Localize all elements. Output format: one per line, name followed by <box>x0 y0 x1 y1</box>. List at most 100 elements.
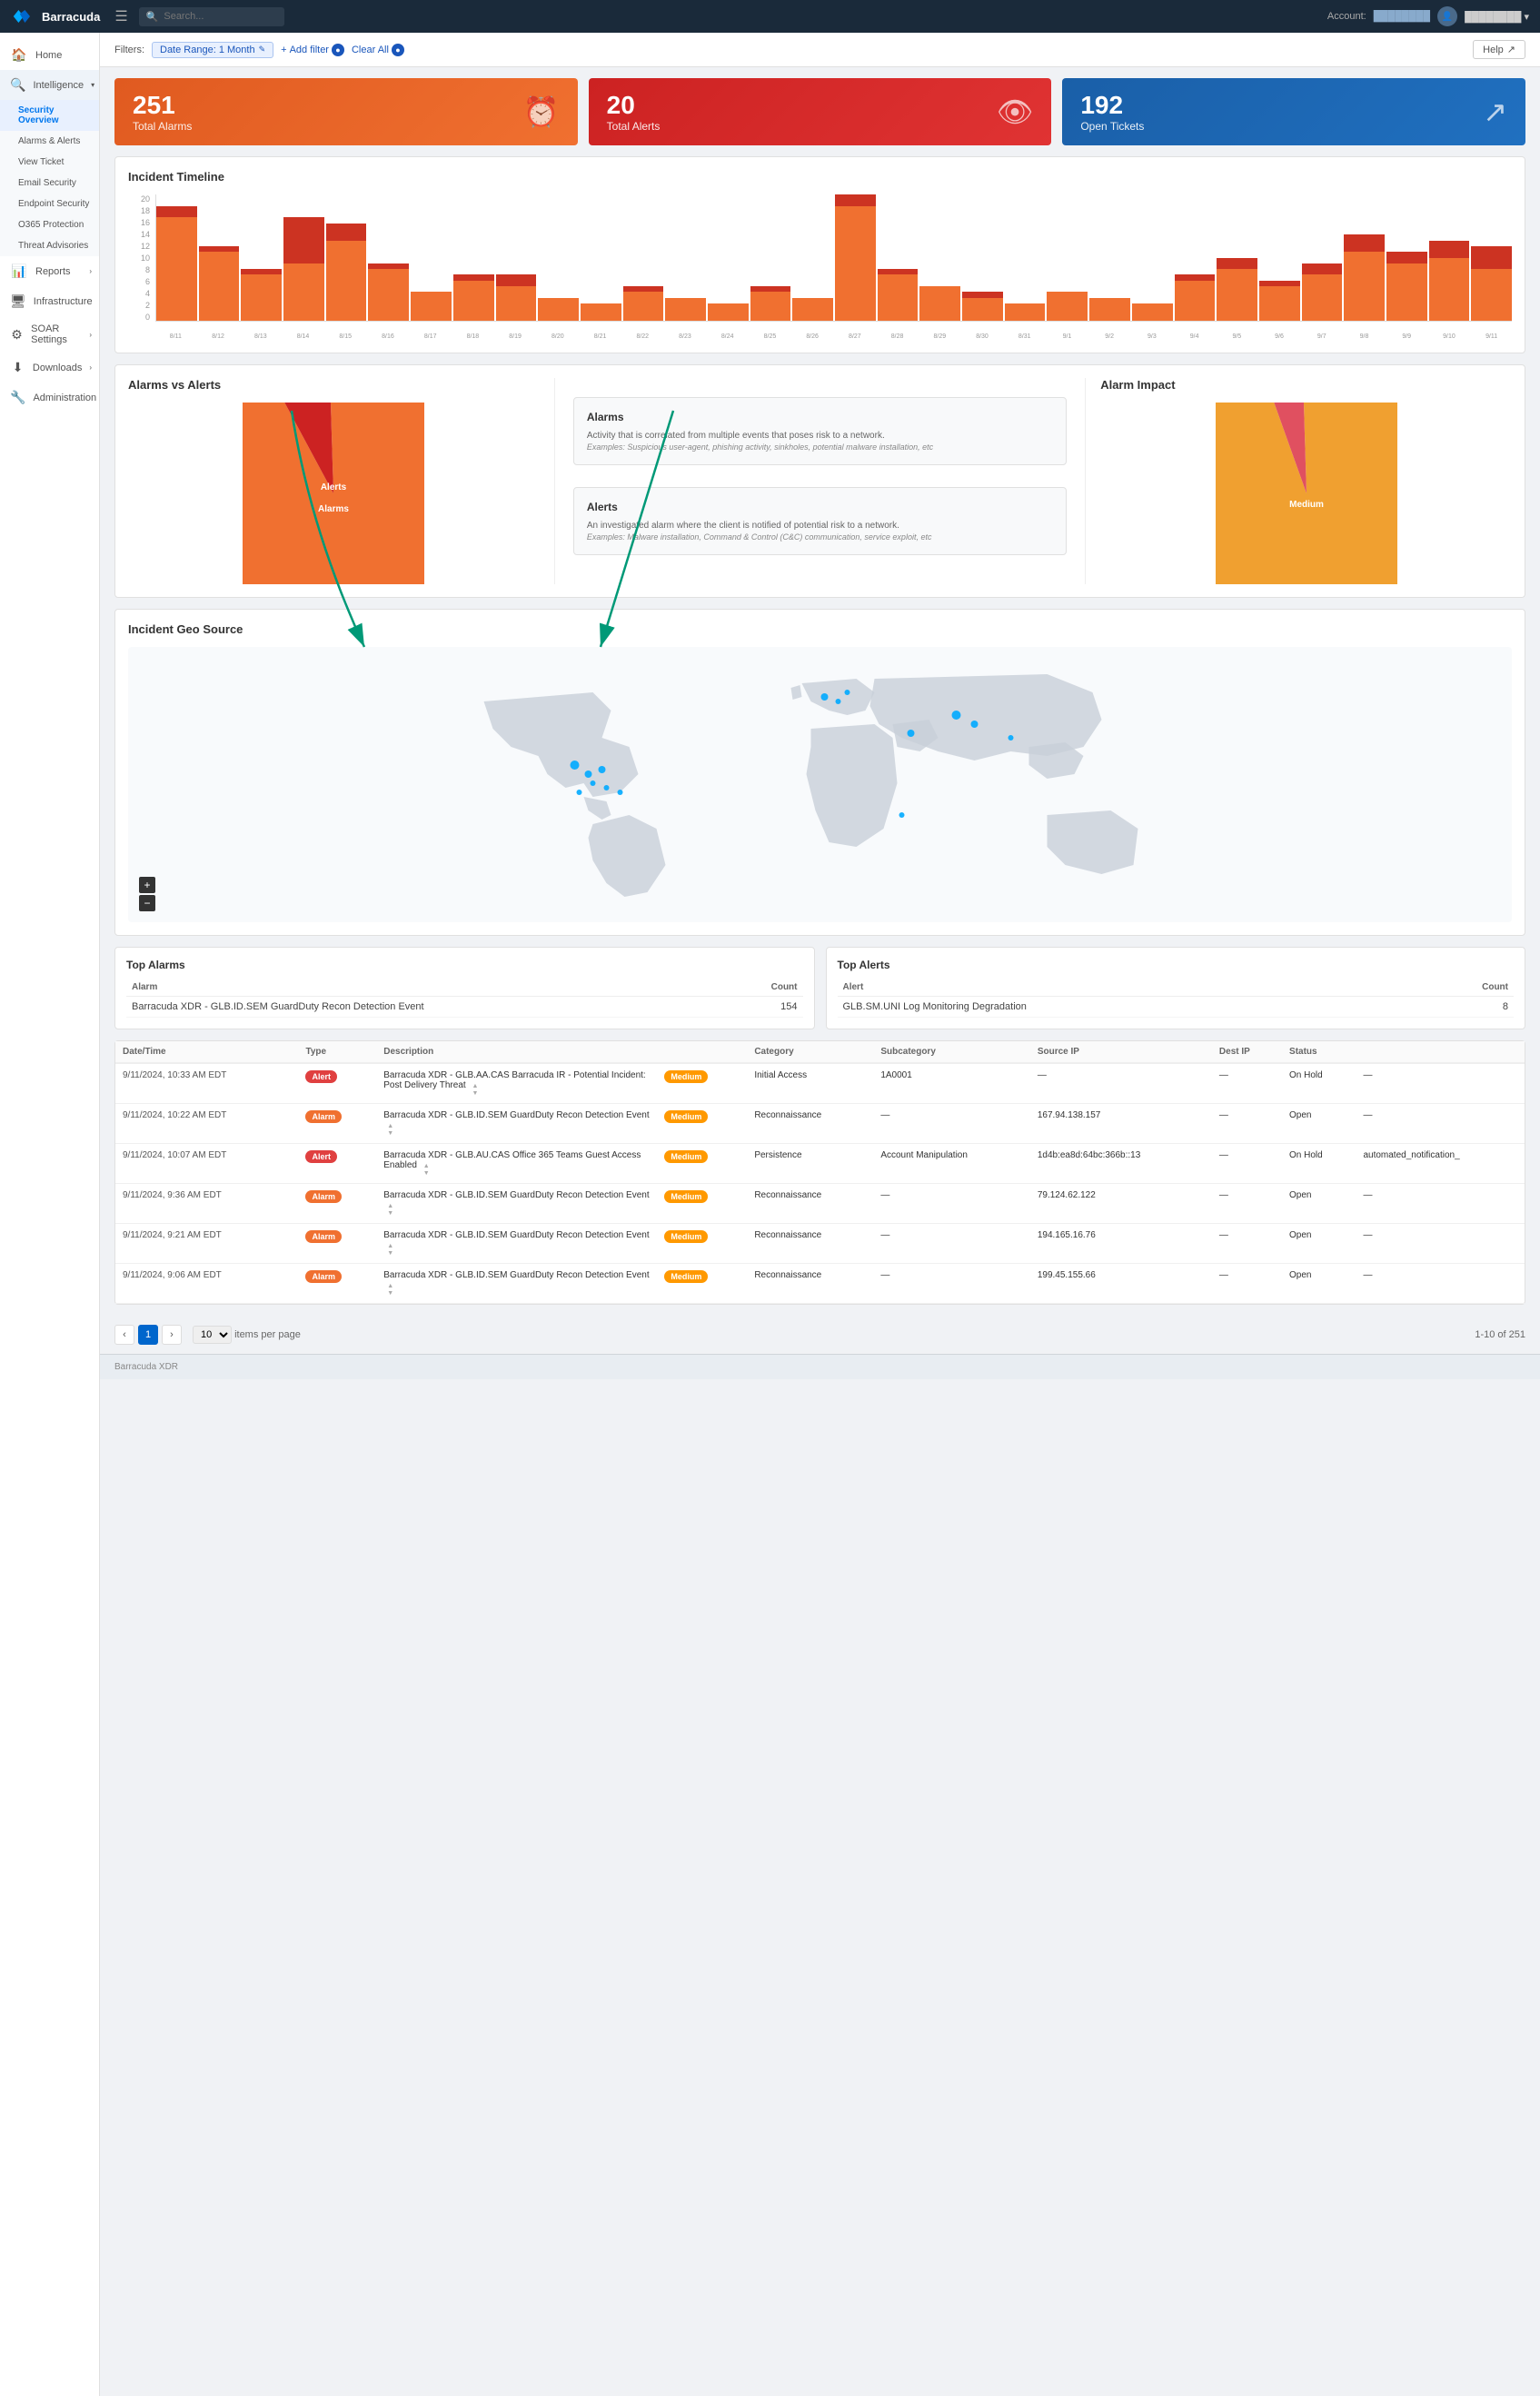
chart-bar-group[interactable] <box>1005 194 1046 321</box>
incident-ip1: — <box>1030 1063 1212 1104</box>
incident-type: Alarm <box>298 1104 376 1144</box>
incident-category: Initial Access <box>747 1063 873 1104</box>
chart-bar-group[interactable] <box>962 194 1003 321</box>
main-content: Filters: Date Range: 1 Month ✎ + Add fil… <box>100 33 1540 2396</box>
table-row[interactable]: 9/11/2024, 9:21 AM EDT Alarm Barracuda X… <box>115 1224 1525 1264</box>
prev-page-button[interactable]: ‹ <box>114 1325 134 1345</box>
chart-bar-group[interactable] <box>1471 194 1512 321</box>
chart-bar-group[interactable] <box>1429 194 1470 321</box>
incident-extra: — <box>1356 1224 1525 1264</box>
chart-bar-group[interactable] <box>241 194 282 321</box>
sidebar-item-home[interactable]: 🏠 Home <box>0 40 99 70</box>
sidebar-item-downloads[interactable]: ⬇ Downloads › <box>0 353 99 383</box>
table-row[interactable]: 9/11/2024, 10:07 AM EDT Alert Barracuda … <box>115 1144 1525 1184</box>
chart-bar-group[interactable] <box>156 194 197 321</box>
filters-bar: Filters: Date Range: 1 Month ✎ + Add fil… <box>100 33 1540 67</box>
user-avatar[interactable]: 👤 <box>1437 6 1457 26</box>
incident-severity: Medium <box>657 1184 747 1224</box>
bar-orange-segment <box>199 252 240 321</box>
x-axis-label: 8/29 <box>919 333 960 340</box>
page-1-button[interactable]: 1 <box>138 1325 158 1345</box>
sidebar-item-soar[interactable]: ⚙ SOAR Settings › <box>0 316 99 353</box>
chart-bar-group[interactable] <box>919 194 960 321</box>
chart-bar-group[interactable] <box>453 194 494 321</box>
stat-card-total-alerts[interactable]: 20 Total Alerts 👁 <box>589 78 1052 145</box>
alert-count-header: Count <box>1406 979 1514 997</box>
chart-bar-group[interactable] <box>792 194 833 321</box>
chart-bar-group[interactable] <box>538 194 579 321</box>
x-axis-label: 8/27 <box>835 333 876 340</box>
external-link-icon: ↗ <box>1507 44 1515 55</box>
chart-bar-group[interactable] <box>1217 194 1257 321</box>
alarms-legend-desc: Activity that is correlated from multipl… <box>587 429 1053 442</box>
table-row[interactable]: Barracuda XDR - GLB.ID.SEM GuardDuty Rec… <box>126 997 803 1018</box>
bar-orange-segment <box>453 281 494 321</box>
hamburger-icon[interactable]: ☰ <box>114 7 127 25</box>
stat-card-total-alarms[interactable]: 251 Total Alarms ⏰ <box>114 78 578 145</box>
severity-arrows: ▲ ▼ <box>423 1163 430 1177</box>
intelligence-submenu: Security Overview Alarms & Alerts View T… <box>0 100 99 256</box>
geo-dot <box>971 721 979 728</box>
help-button[interactable]: Help ↗ <box>1473 40 1525 59</box>
chart-bar-group[interactable] <box>1175 194 1216 321</box>
table-row[interactable]: GLB.SM.UNI Log Monitoring Degradation 8 <box>838 997 1515 1018</box>
chart-bar-group[interactable] <box>368 194 409 321</box>
chart-bar-group[interactable] <box>1386 194 1427 321</box>
chart-bar-group[interactable] <box>1047 194 1088 321</box>
chart-bar-group[interactable] <box>835 194 876 321</box>
sidebar-item-security-overview[interactable]: Security Overview <box>0 100 99 131</box>
sidebar-item-alarms-alerts[interactable]: Alarms & Alerts <box>0 131 99 152</box>
date-range-filter[interactable]: Date Range: 1 Month ✎ <box>152 42 273 58</box>
chart-bar-group[interactable] <box>708 194 749 321</box>
table-row[interactable]: 9/11/2024, 10:33 AM EDT Alert Barracuda … <box>115 1063 1525 1104</box>
chart-bar-group[interactable] <box>665 194 706 321</box>
search-box[interactable]: 🔍 <box>139 7 284 26</box>
sidebar-item-threat-advisories[interactable]: Threat Advisories <box>0 235 99 256</box>
sidebar-item-o365-protection[interactable]: O365 Protection <box>0 214 99 235</box>
sidebar-item-email-security[interactable]: Email Security <box>0 173 99 194</box>
clear-all-button[interactable]: Clear All ● <box>352 44 404 56</box>
chart-bar-group[interactable] <box>1132 194 1173 321</box>
chart-bar-group[interactable] <box>496 194 537 321</box>
per-page-select[interactable]: 10 25 50 <box>193 1326 232 1344</box>
search-input[interactable] <box>164 11 273 22</box>
chart-bar-group[interactable] <box>411 194 452 321</box>
sidebar-item-administration[interactable]: 🔧 Administration › <box>0 383 99 413</box>
chart-bar-group[interactable] <box>283 194 324 321</box>
sidebar-item-intelligence[interactable]: 🔍 Intelligence ▾ <box>0 70 99 100</box>
chart-bar-group[interactable] <box>623 194 664 321</box>
sidebar-item-infrastructure[interactable]: 🖥 Infrastructure › <box>0 286 99 316</box>
incident-ip1: 1d4b:ea8d:64bc:366b::13 <box>1030 1144 1212 1184</box>
chart-bar-group[interactable] <box>1344 194 1385 321</box>
add-filter-button[interactable]: + Add filter ● <box>281 44 344 56</box>
incident-subcategory: Account Manipulation <box>873 1144 1030 1184</box>
sidebar-item-reports[interactable]: 📊 Reports › <box>0 256 99 286</box>
chart-bar-group[interactable] <box>581 194 621 321</box>
top-alerts-title: Top Alerts <box>838 959 1515 971</box>
chart-bar-group[interactable] <box>1259 194 1300 321</box>
stat-card-open-tickets[interactable]: 192 Open Tickets ↗ <box>1062 78 1525 145</box>
alerts-legend-desc: An investigated alarm where the client i… <box>587 519 1053 532</box>
chart-bar-group[interactable] <box>878 194 919 321</box>
table-row[interactable]: 9/11/2024, 9:06 AM EDT Alarm Barracuda X… <box>115 1264 1525 1304</box>
zoom-in-button[interactable]: + <box>139 877 155 893</box>
table-row[interactable]: 9/11/2024, 9:36 AM EDT Alarm Barracuda X… <box>115 1184 1525 1224</box>
chart-bar-group[interactable] <box>1089 194 1130 321</box>
chart-bar-group[interactable] <box>326 194 367 321</box>
bar-orange-segment <box>368 269 409 321</box>
next-page-button[interactable]: › <box>162 1325 182 1345</box>
incident-subcategory: — <box>873 1264 1030 1304</box>
bar-orange-segment <box>1471 269 1512 321</box>
zoom-out-button[interactable]: − <box>139 895 155 911</box>
chart-bar-group[interactable] <box>1302 194 1343 321</box>
chart-bar-group[interactable] <box>199 194 240 321</box>
incident-ip2: — <box>1212 1144 1282 1184</box>
table-row[interactable]: 9/11/2024, 10:22 AM EDT Alarm Barracuda … <box>115 1104 1525 1144</box>
severity-badge: Medium <box>664 1190 708 1203</box>
sidebar-item-endpoint-security[interactable]: Endpoint Security <box>0 194 99 214</box>
col-status: Status <box>1282 1041 1356 1063</box>
sidebar-item-view-ticket[interactable]: View Ticket <box>0 152 99 173</box>
incident-type: Alarm <box>298 1224 376 1264</box>
chart-bar-group[interactable] <box>750 194 791 321</box>
bar-orange-segment <box>623 292 664 321</box>
